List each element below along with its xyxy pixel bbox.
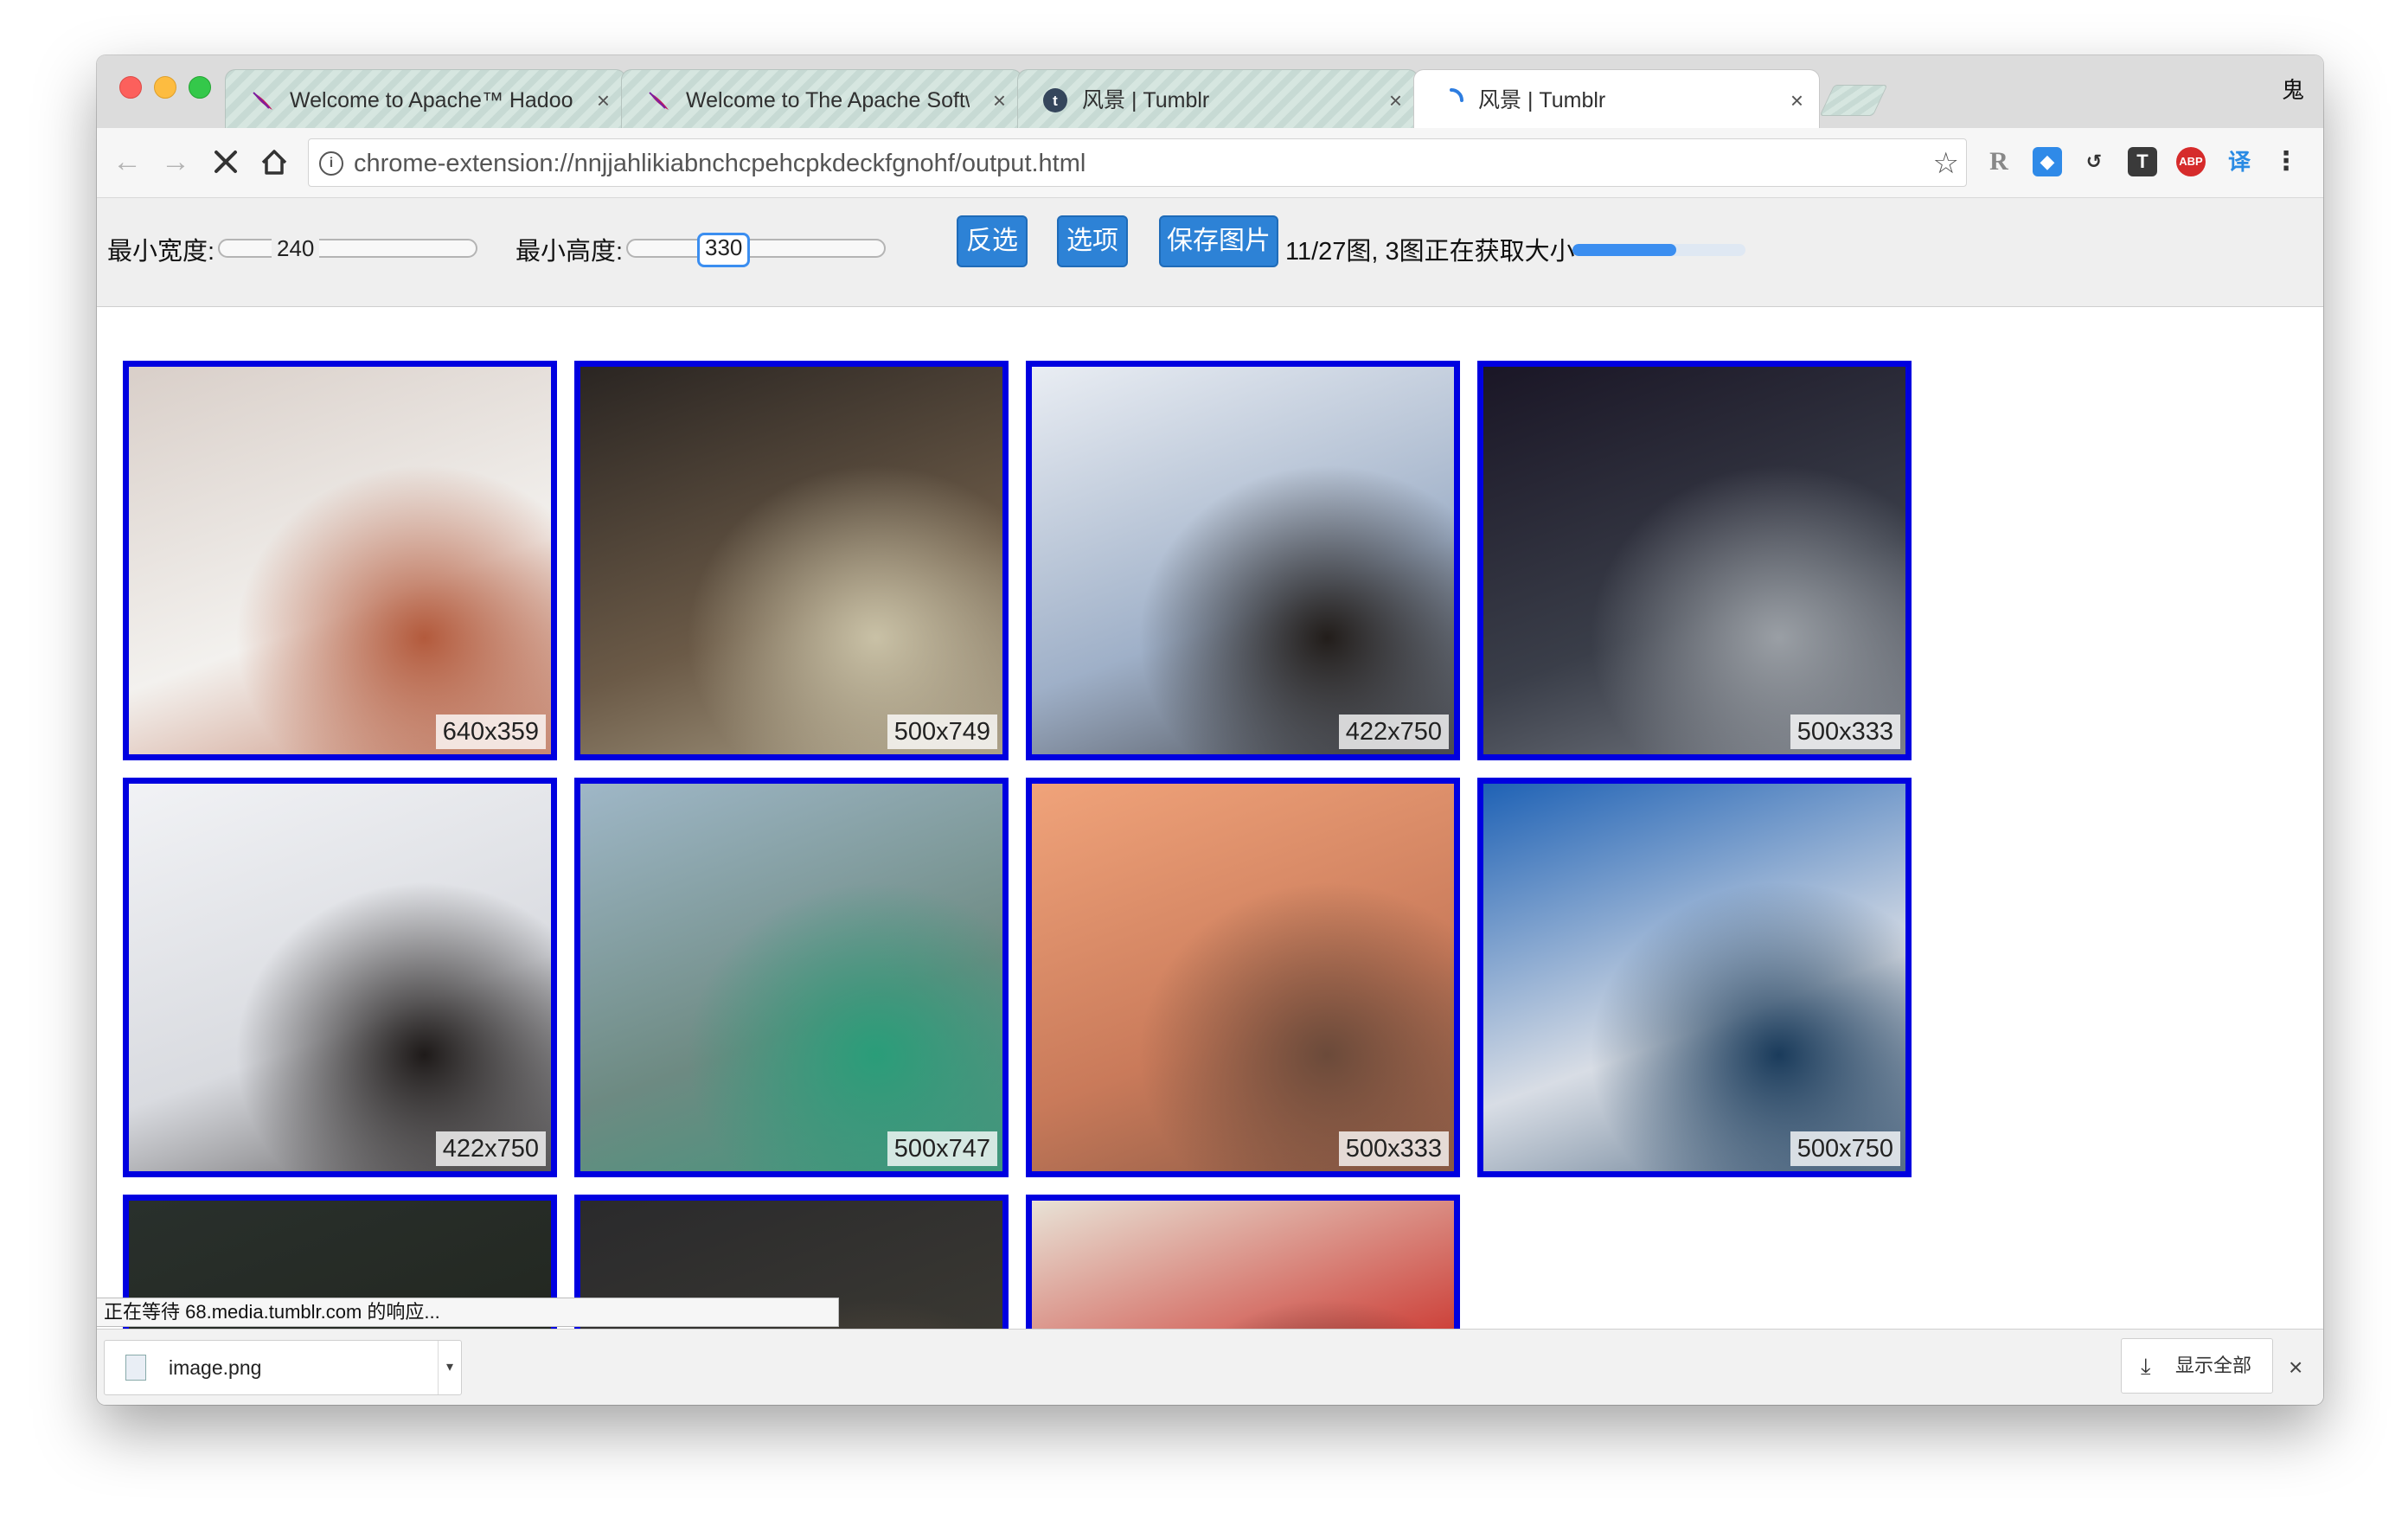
download-file-name: image.png (169, 1356, 262, 1379)
close-icon (215, 151, 237, 173)
min-height-slider[interactable]: 330 (626, 233, 886, 267)
extension-blue-icon[interactable]: ◆ (2033, 147, 2062, 176)
tab-title: 风景 | Tumblr (1082, 88, 1210, 112)
image-card[interactable]: 422x750 (1026, 361, 1460, 760)
bookmark-star-icon[interactable]: ☆ (1933, 146, 1959, 181)
window-minimize-button[interactable] (154, 76, 176, 99)
menu-icon[interactable]: ⋮ (2271, 147, 2301, 176)
image-grid: 640x359 500x749 422x750 500x333 422x750 … (97, 307, 2323, 1385)
progress-bar (1572, 244, 1745, 256)
image-size-label: 500x749 (887, 715, 997, 749)
image-size-label: 422x750 (1338, 715, 1449, 749)
image-card[interactable]: 500x333 (1026, 778, 1460, 1177)
home-button[interactable] (253, 140, 296, 183)
stop-loading-button[interactable] (204, 140, 247, 183)
tab-apache[interactable]: Welcome to The Apache Softw × (621, 69, 1022, 128)
tab-close-icon[interactable]: × (993, 86, 1006, 115)
min-width-slider[interactable]: 240 (218, 234, 477, 263)
image-size-label: 500x747 (887, 1131, 997, 1166)
browser-window: Welcome to Apache™ Hadoop × Welcome to T… (97, 55, 2323, 1405)
status-text: 11/27图, 3图正在获取大小 (1285, 238, 1575, 266)
image-filter-bar: 最小宽度: 240 最小高度: 330 反选 选项 保存图片 11/27图, 3… (97, 198, 2323, 307)
tab-tumblr[interactable]: t 风景 | Tumblr × (1017, 69, 1419, 128)
tab-strip: Welcome to Apache™ Hadoop × Welcome to T… (97, 55, 2323, 128)
adblock-plus-icon[interactable]: ABP (2176, 147, 2206, 176)
image-thumbnail (1032, 784, 1454, 1171)
min-height-value[interactable]: 330 (697, 233, 751, 267)
window-maximize-button[interactable] (189, 76, 211, 99)
address-bar[interactable]: i chrome-extension://nnjjahlikiabnchcpeh… (308, 138, 1967, 187)
image-size-label: 640x359 (435, 715, 546, 749)
image-card[interactable]: 500x749 (574, 361, 1009, 760)
tab-close-icon[interactable]: × (1790, 86, 1803, 115)
tab-title: Welcome to The Apache Softw (686, 88, 970, 112)
browser-toolbar: ← → i chrome-extension://nnjjahlikiabnch… (97, 128, 2323, 198)
new-tab-button[interactable] (1819, 85, 1888, 116)
translate-icon[interactable]: 译 (2225, 147, 2254, 176)
home-icon (261, 150, 287, 175)
download-icon: ⤓ (2141, 1353, 2151, 1379)
tumblr-icon: t (1043, 88, 1067, 112)
feather-icon (649, 92, 669, 110)
extension-r-icon[interactable]: R (1984, 147, 2014, 176)
forward-button[interactable]: → (154, 140, 197, 183)
back-button[interactable]: ← (106, 140, 149, 183)
tab-title: Welcome to Apache™ Hadoop (290, 88, 573, 112)
invert-selection-button[interactable]: 反选 (957, 215, 1028, 267)
options-button[interactable]: 选项 (1057, 215, 1128, 267)
image-thumbnail (1032, 367, 1454, 754)
image-card[interactable]: 422x750 (123, 778, 557, 1177)
show-all-downloads-button[interactable]: ⤓ 显示全部 (2121, 1338, 2273, 1394)
window-close-button[interactable] (119, 76, 142, 99)
extension-t-icon[interactable]: T (2128, 147, 2157, 176)
info-icon[interactable]: i (319, 151, 343, 176)
profile-button[interactable]: 鬼 (2282, 73, 2304, 105)
image-size-label: 500x333 (1338, 1131, 1449, 1166)
download-item[interactable]: image.png ▾ (104, 1340, 462, 1395)
image-card[interactable]: 500x747 (574, 778, 1009, 1177)
url-text[interactable]: chrome-extension://nnjjahlikiabnchcpehcp… (354, 148, 1086, 179)
extension-arrow-icon[interactable]: ↺ (2079, 147, 2109, 176)
min-width-label: 最小宽度: (107, 238, 215, 266)
save-images-button[interactable]: 保存图片 (1159, 215, 1278, 267)
min-width-value[interactable]: 240 (272, 234, 320, 263)
chevron-down-icon[interactable]: ▾ (438, 1341, 461, 1394)
image-size-label: 422x750 (435, 1131, 546, 1166)
image-thumbnail (129, 784, 551, 1171)
loading-status-tooltip: 正在等待 68.media.tumblr.com 的响应... (97, 1298, 839, 1327)
download-shelf: image.png ▾ ⤓ 显示全部 × (97, 1329, 2323, 1405)
tab-title: 风景 | Tumblr (1478, 88, 1606, 112)
close-icon[interactable]: × (2289, 1350, 2302, 1385)
image-card[interactable]: 500x333 (1477, 361, 1912, 760)
tab-hadoop[interactable]: Welcome to Apache™ Hadoop × (225, 69, 626, 128)
progress-fill (1572, 244, 1676, 256)
tab-close-icon[interactable]: × (1389, 86, 1402, 115)
image-card[interactable]: 640x359 (123, 361, 557, 760)
image-thumbnail (1483, 784, 1905, 1171)
svg-text:t: t (1053, 93, 1058, 109)
tab-close-icon[interactable]: × (597, 86, 610, 115)
image-thumbnail (1483, 367, 1905, 754)
min-height-label: 最小高度: (516, 238, 624, 266)
image-thumbnail (129, 367, 551, 754)
image-thumbnail (580, 784, 1002, 1171)
image-card[interactable]: 500x750 (1477, 778, 1912, 1177)
show-all-label: 显示全部 (2175, 1355, 2252, 1376)
image-size-label: 500x750 (1790, 1131, 1900, 1166)
loading-spinner-icon (1450, 88, 1463, 102)
feather-icon (253, 92, 272, 110)
image-size-label: 500x333 (1790, 715, 1900, 749)
image-thumbnail (580, 367, 1002, 754)
tab-tumblr-active[interactable]: 风景 | Tumblr × (1413, 69, 1820, 128)
image-file-icon (125, 1355, 146, 1381)
